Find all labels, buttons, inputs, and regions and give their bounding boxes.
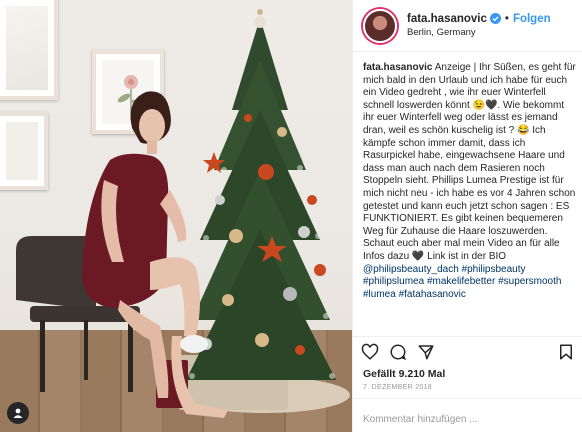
caption-hashtag-link[interactable]: #philipslumea (363, 276, 424, 287)
verified-badge-icon (489, 13, 501, 24)
bookmark-icon[interactable] (557, 343, 575, 361)
caption-text-segment: Anzeige | Ihr Süßen, es geht für mich ba… (363, 62, 576, 262)
comment-icon[interactable] (389, 343, 407, 361)
post-photo[interactable] (0, 0, 352, 432)
post-header: fata.hasanovic • Folgen Berlin, Germany (353, 0, 582, 52)
caption-hashtag-link[interactable]: #supersmooth (498, 276, 561, 287)
user-tag-icon[interactable] (7, 402, 29, 424)
caption-hashtag-link[interactable]: #fatahasanovic (399, 289, 466, 300)
caption-hashtag-link[interactable]: #philipsbeauty (462, 264, 526, 275)
caption-hashtag-link[interactable]: @philipsbeauty_dach (363, 264, 459, 275)
photo-scene (16, 9, 350, 418)
heart-icon[interactable] (361, 343, 379, 361)
post-date: 7. DEZEMBER 2018 (363, 384, 432, 391)
post-sidebar: fata.hasanovic • Folgen Berlin, Germany … (352, 0, 582, 432)
location-link[interactable]: Berlin, Germany (407, 26, 551, 40)
post-caption: fata.hasanovic Anzeige | Ihr Süßen, es g… (363, 62, 577, 337)
action-bar (353, 336, 582, 366)
caption-hashtag-link[interactable]: #makelifebetter (427, 276, 495, 287)
avatar[interactable] (363, 8, 397, 43)
caption-username[interactable]: fata.hasanovic (363, 62, 432, 73)
comment-bar (353, 398, 582, 432)
separator-dot: • (504, 12, 509, 25)
follow-button[interactable]: Folgen (513, 12, 551, 26)
likes-count[interactable]: Gefällt 9.210 Mal (363, 368, 445, 380)
share-icon[interactable] (417, 343, 435, 361)
header-username[interactable]: fata.hasanovic (407, 12, 487, 26)
comment-input[interactable] (363, 414, 573, 425)
caption-text: Anzeige | Ihr Süßen, es geht für mich ba… (363, 62, 576, 300)
caption-hashtag-link[interactable]: #lumea (363, 289, 396, 300)
